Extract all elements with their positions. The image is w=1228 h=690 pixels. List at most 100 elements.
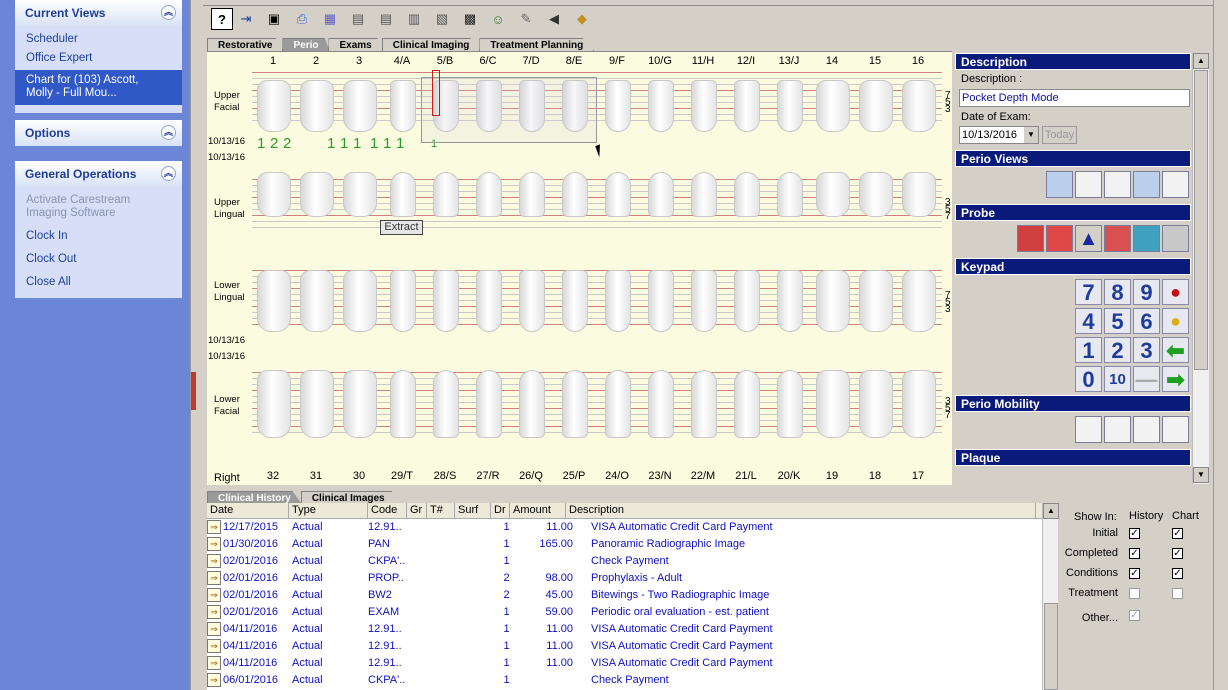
tooth-icon[interactable] [648, 270, 674, 332]
tooth-icon[interactable] [519, 270, 545, 332]
tooth-icon[interactable] [605, 172, 631, 217]
key-6[interactable]: 6 [1133, 308, 1160, 334]
tooth-icon[interactable] [476, 172, 502, 217]
mobility-2-icon[interactable] [1104, 416, 1131, 443]
tooth-icon[interactable] [734, 270, 760, 332]
chart-checkbox[interactable] [1172, 588, 1183, 599]
tooth-icon[interactable] [343, 80, 377, 132]
tooth-number[interactable]: 7/D [516, 55, 546, 67]
table-row[interactable]: ⇒ 12/17/2015 Actual 12.91.. 1 11.00 VISA Autom… [207, 519, 1042, 536]
tooth-icon[interactable] [777, 172, 803, 217]
tooth-icon[interactable] [519, 370, 545, 438]
tooth-number[interactable]: 9/F [602, 55, 632, 67]
history-checkbox[interactable]: ✓ [1129, 548, 1140, 559]
tooth-number[interactable]: 17 [903, 470, 933, 482]
chart-checkbox[interactable]: ✓ [1172, 568, 1183, 579]
probe-calculus-icon[interactable] [1133, 225, 1160, 252]
tooth-icon[interactable] [648, 370, 674, 438]
key-9[interactable]: 9 [1133, 279, 1160, 305]
column-header[interactable]: Code [368, 503, 407, 518]
tooth-number[interactable]: 28/S [430, 470, 460, 482]
tooth-number[interactable]: 5/B [430, 55, 460, 67]
scroll-up-icon[interactable]: ▲ [1193, 53, 1209, 69]
history-checkbox[interactable]: ✓ [1129, 528, 1140, 539]
general-operations-header[interactable]: General Operations ︽ [15, 161, 182, 187]
tooth-number[interactable]: 32 [258, 470, 288, 482]
chart-icon[interactable]: ▤ [347, 8, 369, 30]
document-icon[interactable]: ▧ [431, 8, 453, 30]
column-header[interactable]: Gr [407, 503, 427, 518]
history-checkbox[interactable]: ✓ [1129, 610, 1140, 621]
tab-perio[interactable]: Perio [282, 38, 330, 51]
sidebar-item-office-expert[interactable]: Office Expert [15, 49, 182, 68]
sidebar-item-clock-in[interactable]: Clock In [15, 227, 182, 246]
tooth-icon[interactable] [691, 172, 717, 217]
sidebar-item-close-all[interactable]: Close All [15, 273, 182, 292]
tooth-number[interactable]: 18 [860, 470, 890, 482]
table-row[interactable]: ⇒ 06/01/2016 Actual CKPA'.. 1 Check Payment [207, 672, 1042, 689]
table-row[interactable]: ⇒ 04/11/2016 Actual 12.91.. 1 11.00 VISA Autom… [207, 655, 1042, 672]
tooth-number[interactable]: 12/I [731, 55, 761, 67]
tooth-number[interactable]: 3 [344, 55, 374, 67]
tooth-number[interactable]: 24/O [602, 470, 632, 482]
tooth-number[interactable]: 10/G [645, 55, 675, 67]
perio-chart[interactable]: 1 2 3 4/A 5/B 6/C 7/D 8/E 9/F 10/G 11/H 12/I 13/J 14 1… [207, 52, 952, 485]
probe-plaque-icon[interactable] [1104, 225, 1131, 252]
scroll-thumb[interactable] [1194, 70, 1208, 370]
current-views-header[interactable]: Current Views ︽ [15, 0, 182, 26]
mobility-4-icon[interactable] [1162, 416, 1189, 443]
chart-checkbox[interactable]: ✓ [1172, 548, 1183, 559]
tooth-icon[interactable] [257, 172, 291, 217]
key-7[interactable]: 7 [1075, 279, 1102, 305]
tooth-number[interactable]: 31 [301, 470, 331, 482]
table-row[interactable]: ⇒ 02/01/2016 Actual CKPA'.. 1 Check Payment [207, 553, 1042, 570]
list-icon[interactable]: ▤ [375, 8, 397, 30]
edit-icon[interactable]: ✎ [515, 8, 537, 30]
tooth-number[interactable]: 27/R [473, 470, 503, 482]
table-row[interactable]: ⇒ 02/01/2016 Actual PROP.. 2 98.00 Prophylaxis… [207, 570, 1042, 587]
right-panel-scrollbar[interactable]: ▲ ▼ [1192, 53, 1209, 484]
tooth-number[interactable]: 11/H [688, 55, 718, 67]
arrow-left-icon[interactable]: ⬅ [1162, 337, 1189, 363]
description-field[interactable]: Pocket Depth Mode [959, 89, 1190, 107]
column-header[interactable]: Date [207, 503, 289, 518]
tooth-number[interactable]: 13/J [774, 55, 804, 67]
pocket-depth-value[interactable]: 2 [283, 135, 291, 152]
history-scrollbar[interactable]: ▲ [1042, 503, 1059, 690]
minus-icon[interactable]: — [1133, 366, 1160, 392]
tooth-icon[interactable] [816, 370, 850, 438]
exit-icon[interactable]: ⇥ [235, 8, 257, 30]
tooth-icon[interactable] [300, 80, 334, 132]
print-icon[interactable]: ⎙ [291, 8, 313, 30]
column-header[interactable]: Description [566, 503, 1036, 518]
pocket-depth-value[interactable]: 1 [257, 135, 265, 152]
tooth-icon[interactable] [902, 370, 936, 438]
tooth-icon[interactable] [476, 270, 502, 332]
splitter[interactable] [190, 0, 203, 690]
column-header[interactable]: Type [289, 503, 368, 518]
tab-restorative[interactable]: Restorative [207, 38, 284, 51]
probe-triangle-icon[interactable]: ▲ [1075, 225, 1102, 252]
tooth-icon[interactable] [519, 172, 545, 217]
splitter-arrow-icon[interactable] [191, 372, 196, 410]
tooth-number[interactable]: 6/C [473, 55, 503, 67]
column-header[interactable]: T# [427, 503, 455, 518]
suppuration-drop-icon[interactable]: ● [1162, 308, 1189, 334]
perio-view-2-icon[interactable] [1075, 171, 1102, 198]
tooth-icon[interactable] [691, 80, 717, 132]
tooth-number[interactable]: 15 [860, 55, 890, 67]
tooth-number[interactable]: 16 [903, 55, 933, 67]
tooth-icon[interactable] [859, 80, 893, 132]
table-row[interactable]: ⇒ 01/30/2016 Actual PAN 1 165.00 Panoramic Rad… [207, 536, 1042, 553]
patient-icon[interactable]: ☺ [487, 8, 509, 30]
scroll-thumb[interactable] [1044, 603, 1058, 690]
tooth-icon[interactable] [433, 172, 459, 217]
tooth-number[interactable]: 8/E [559, 55, 589, 67]
tooth-icon[interactable] [390, 370, 416, 438]
column-header[interactable]: Surf [455, 503, 491, 518]
tooth-icon[interactable] [562, 270, 588, 332]
tooth-icon[interactable] [257, 80, 291, 132]
tooth-icon[interactable] [777, 370, 803, 438]
tooth-icon[interactable] [777, 80, 803, 132]
pocket-depth-value[interactable]: 1 [340, 135, 348, 152]
